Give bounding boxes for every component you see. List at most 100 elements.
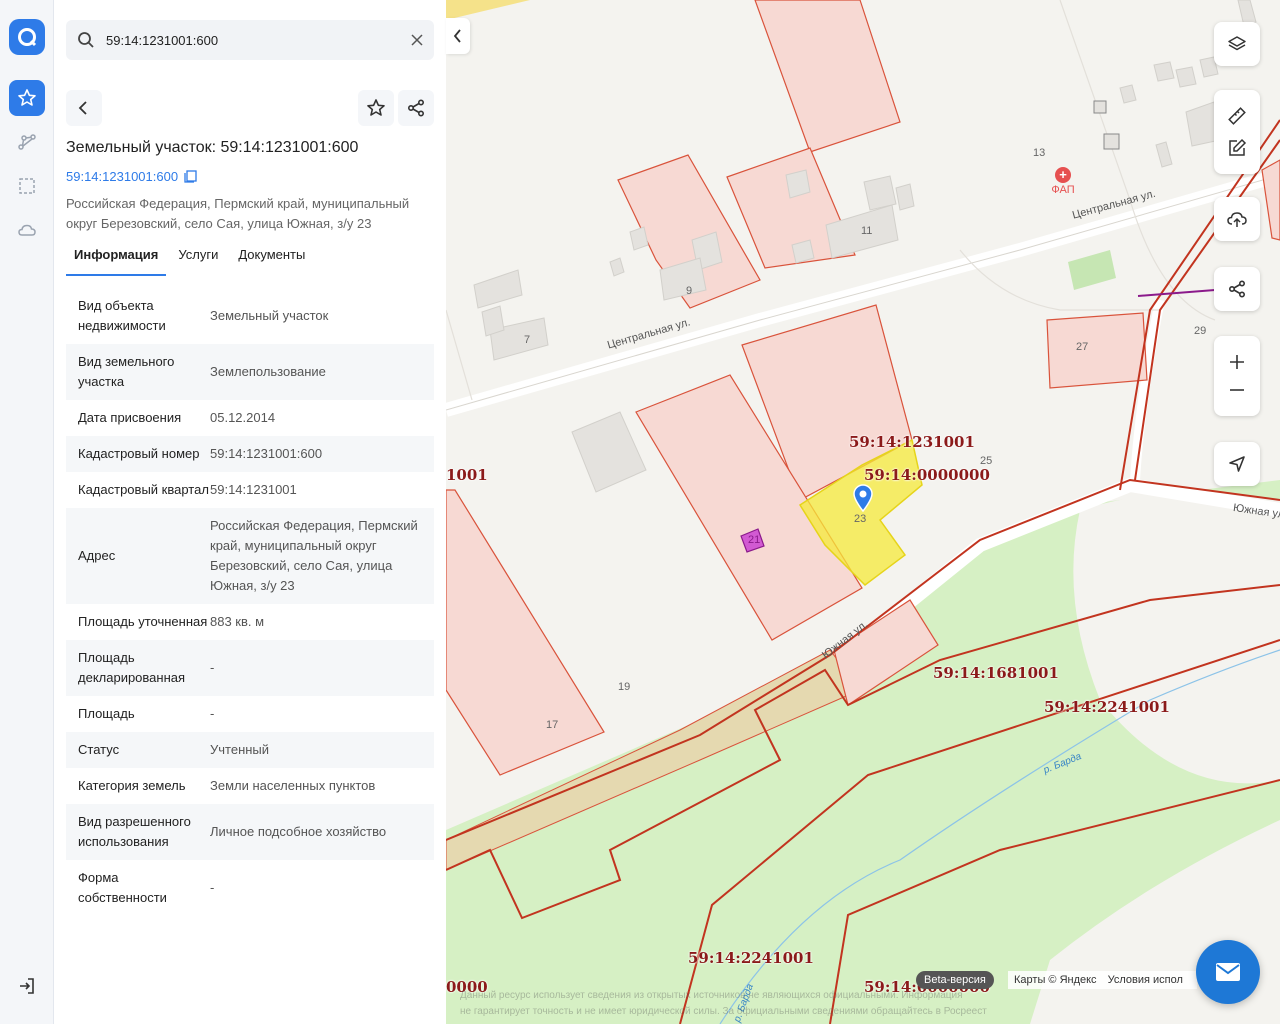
disclaimer: Данный ресурс использует сведения из отк… <box>460 988 1100 1020</box>
copy-icon[interactable] <box>184 170 197 183</box>
cadastral-quarter-label: 59:14:2241001 <box>688 949 814 967</box>
favorite-star-button[interactable] <box>358 90 394 126</box>
row-label: Статус <box>78 742 120 757</box>
cloud-icon[interactable] <box>9 212 45 248</box>
cadastral-number-text[interactable]: 59:14:1231001:600 <box>66 169 178 184</box>
house-number: 7 <box>524 334 531 346</box>
left-rail <box>0 0 54 1024</box>
upload-button[interactable] <box>1214 197 1260 241</box>
attribution-text[interactable]: Карты © Яндекс <box>1014 974 1097 986</box>
tab-documents[interactable]: Документы <box>230 244 313 276</box>
map-canvas[interactable]: Центральная ул. Центральная ул. Южная ул… <box>446 0 1280 1024</box>
row-label: Вид земельного участка <box>78 354 175 389</box>
table-row: Дата присвоения 05.12.2014 <box>66 400 434 436</box>
row-label: Адрес <box>78 548 116 563</box>
table-row: Кадастровый квартал 59:14:1231001 <box>66 472 434 508</box>
table-row: Форма собственности - <box>66 860 434 916</box>
row-value: 05.12.2014 <box>210 410 276 425</box>
zoom-controls <box>1214 336 1260 416</box>
search-input[interactable] <box>106 32 400 48</box>
row-value: 59:14:1231001:600 <box>210 446 323 461</box>
row-label: Дата присвоения <box>78 410 182 425</box>
info-panel: Земельный участок: 59:14:1231001:600 59:… <box>54 0 446 1024</box>
address-text: Российская Федерация, Пермский край, мун… <box>66 196 410 231</box>
house-number: 13 <box>1033 147 1046 159</box>
house-number: 19 <box>618 681 631 693</box>
layers-icon <box>1228 36 1246 51</box>
cadastral-quarter-label: 59:14:1231001 <box>849 433 975 451</box>
share-icon <box>1228 280 1246 298</box>
share-button[interactable] <box>398 90 434 126</box>
cadastral-quarter-label: 59:14:0000000 <box>864 466 990 484</box>
row-value: Российская Федерация, Пермский край, мун… <box>210 518 418 593</box>
measure-tools <box>1214 90 1260 174</box>
ruler-icon[interactable] <box>1227 106 1247 126</box>
row-value: - <box>210 880 215 895</box>
row-label: Площадь декларированная <box>78 650 186 685</box>
beta-badge: Beta-версия <box>916 971 994 989</box>
table-row: Адрес Российская Федерация, Пермский край… <box>66 508 434 604</box>
favorites-icon[interactable] <box>9 80 45 116</box>
zoom-in-icon[interactable] <box>1229 354 1245 370</box>
cadastral-quarter-label: 59:14:2241001 <box>1044 698 1170 716</box>
cadastral-quarter-label: 59:14:1681001 <box>933 664 1059 682</box>
street-label: Южная ул <box>1232 502 1280 522</box>
back-button[interactable] <box>66 90 102 126</box>
map-share-button[interactable] <box>1214 267 1260 311</box>
poi-label: ФАП <box>1051 184 1075 196</box>
panel-toolbar <box>66 90 434 126</box>
table-row: Вид разрешенного использования Личное под… <box>66 804 434 860</box>
street-label: Южная ул. <box>820 618 871 662</box>
row-value: 59:14:1231001 <box>210 482 297 497</box>
tab-information[interactable]: Информация <box>66 244 167 276</box>
street-label: Центральная ул. <box>606 316 692 352</box>
logout-icon[interactable] <box>9 968 45 1004</box>
row-value: Землепользование <box>210 364 326 379</box>
row-value: - <box>210 660 215 675</box>
route-icon[interactable] <box>9 124 45 160</box>
feedback-mail-button[interactable] <box>1196 940 1260 1004</box>
row-label: Площадь уточненная <box>78 614 208 629</box>
clear-search-icon[interactable] <box>400 34 434 46</box>
table-row: Категория земель Земли населенных пунктов <box>66 768 434 804</box>
geolocation-button[interactable] <box>1214 442 1260 486</box>
zoom-out-icon[interactable] <box>1229 382 1245 398</box>
table-row: Статус Учтенный <box>66 732 434 768</box>
cadastral-number-link[interactable]: 59:14:1231001:600 <box>66 169 197 184</box>
table-row: Площадь декларированная - <box>66 640 434 696</box>
edit-icon[interactable] <box>1227 138 1247 158</box>
collapse-panel-button[interactable] <box>446 18 470 54</box>
row-value: Личное подсобное хозяйство <box>210 824 387 839</box>
row-label: Кадастровый квартал <box>78 482 209 497</box>
cadastral-quarter-label: 1001 <box>446 466 488 484</box>
mail-icon <box>1216 963 1240 981</box>
house-number: 27 <box>1076 341 1089 353</box>
disclaimer-line: не гарантирует точность и не имеет юриди… <box>460 1006 987 1017</box>
tab-services[interactable]: Услуги <box>170 244 226 276</box>
river-label: р. Барда <box>1042 751 1084 777</box>
map-attribution: Карты © Яндекс Условия испол <box>1008 971 1197 989</box>
table-row: Вид объекта недвижимости Земельный участо… <box>66 288 434 344</box>
table-row: Площадь уточненная 883 кв. м <box>66 604 434 640</box>
house-number: 29 <box>1194 325 1207 337</box>
table-row: Площадь - <box>66 696 434 732</box>
terms-link[interactable]: Условия испол <box>1108 974 1183 986</box>
layers-button[interactable] <box>1214 22 1260 66</box>
row-value: Земельный участок <box>210 308 329 323</box>
row-value: - <box>210 706 215 721</box>
row-label: Вид разрешенного использования <box>78 814 191 849</box>
navigation-arrow-icon <box>1229 456 1245 472</box>
row-label: Форма собственности <box>78 870 167 905</box>
row-value: Земли населенных пунктов <box>210 778 376 793</box>
row-value: Учтенный <box>210 742 270 757</box>
location-pin-icon[interactable] <box>852 484 874 517</box>
select-area-icon[interactable] <box>9 168 45 204</box>
app-logo-icon[interactable] <box>9 19 45 55</box>
table-row: Вид земельного участка Землепользование <box>66 344 434 400</box>
house-number: 9 <box>686 285 693 297</box>
row-label: Вид объекта недвижимости <box>78 298 166 333</box>
fap-marker[interactable]: + ФАП <box>1046 167 1080 196</box>
street-label: Центральная ул. <box>1071 187 1157 222</box>
row-label: Кадастровый номер <box>78 446 200 461</box>
row-label: Категория земель <box>78 778 186 793</box>
